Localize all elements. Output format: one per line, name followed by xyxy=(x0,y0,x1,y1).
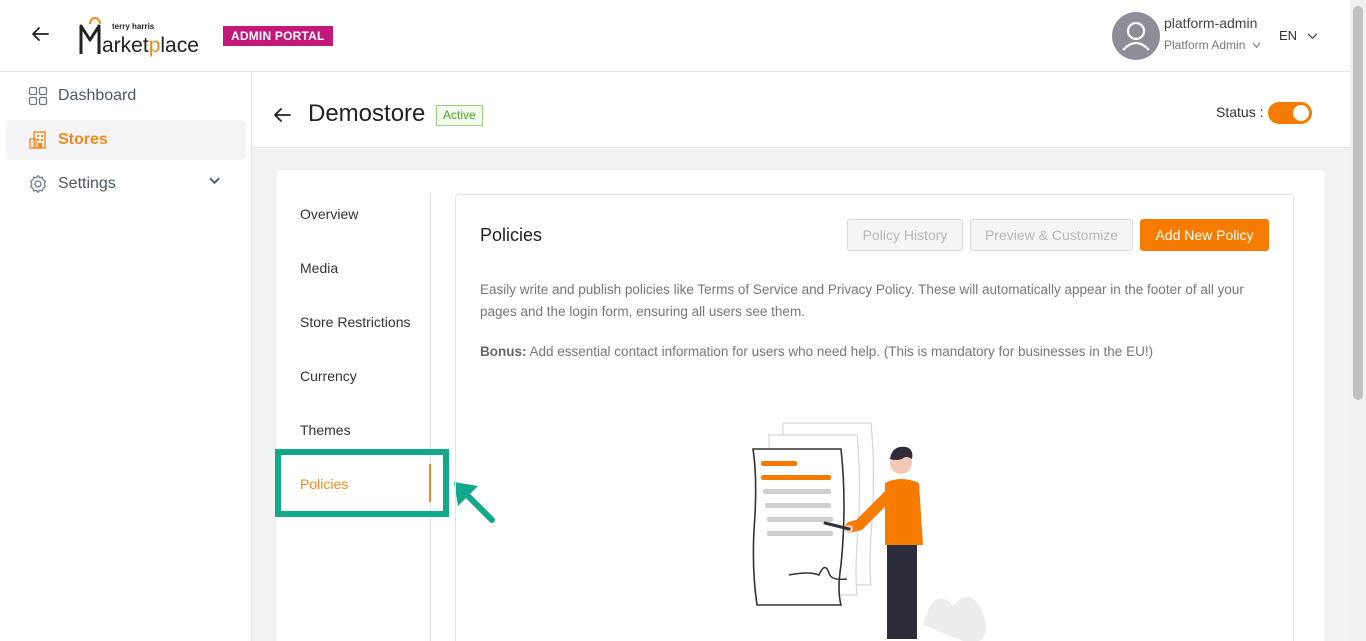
page-scrollbar[interactable] xyxy=(1350,0,1366,641)
back-arrow-icon[interactable] xyxy=(28,22,52,46)
admin-portal-badge: ADMIN PORTAL xyxy=(223,26,333,46)
policy-document-illustration xyxy=(752,422,987,641)
sidebar-item-dashboard[interactable]: Dashboard xyxy=(6,76,246,116)
preview-customize-button[interactable]: Preview & Customize xyxy=(970,219,1133,251)
language-label: EN xyxy=(1279,28,1298,43)
store-building-icon xyxy=(29,131,46,149)
tab-overview[interactable]: Overview xyxy=(300,206,358,222)
store-header: Demostore Active Status : xyxy=(252,72,1350,148)
policies-description: Easily write and publish policies like T… xyxy=(480,282,1244,319)
sidebar-item-settings[interactable]: Settings xyxy=(6,164,246,204)
logo-main-text: arketplace xyxy=(102,34,199,57)
scrollbar-thumb[interactable] xyxy=(1353,6,1363,400)
bonus-label: Bonus: xyxy=(480,344,527,359)
marketplace-logo[interactable]: terry harris arketplace xyxy=(78,14,210,58)
status-badge: Active xyxy=(436,105,483,126)
page-title: Demostore xyxy=(308,100,426,127)
dashboard-grid-icon xyxy=(28,86,48,106)
tabs-divider xyxy=(430,194,431,641)
logo-small-text: terry harris xyxy=(112,22,155,31)
tab-media[interactable]: Media xyxy=(300,260,338,276)
status-toggle[interactable] xyxy=(1268,102,1312,124)
sidebar-item-label: Stores xyxy=(58,131,108,148)
user-icon xyxy=(1122,21,1150,51)
sidebar-item-label: Dashboard xyxy=(58,87,137,104)
tab-store-restrictions[interactable]: Store Restrictions xyxy=(300,314,410,330)
chevron-down-icon xyxy=(1252,42,1261,49)
policy-history-button[interactable]: Policy History xyxy=(847,219,963,251)
user-role-text: Platform Admin xyxy=(1164,38,1246,52)
sidebar-item-label: Settings xyxy=(58,175,116,192)
user-name[interactable]: platform-admin xyxy=(1164,15,1257,31)
status-label: Status : xyxy=(1216,104,1264,120)
sidebar-item-stores[interactable]: Stores xyxy=(6,120,246,160)
top-header: terry harris arketplace ADMIN PORTAL pla… xyxy=(0,0,1350,72)
policies-panel: Policies Policy History Preview & Custom… xyxy=(455,194,1294,641)
back-arrow-icon[interactable] xyxy=(272,105,292,125)
chevron-down-icon xyxy=(1307,33,1317,40)
gear-icon xyxy=(30,174,46,194)
store-settings-card: Overview Media Store Restrictions Curren… xyxy=(275,170,1325,641)
bonus-text: Add essential contact information for us… xyxy=(526,344,1154,359)
user-avatar[interactable] xyxy=(1112,12,1160,60)
sidebar: Dashboard Stores Settings xyxy=(0,72,252,641)
panel-title: Policies xyxy=(480,225,543,245)
tab-currency[interactable]: Currency xyxy=(300,368,357,384)
policies-bonus: Bonus: Add essential contact information… xyxy=(480,341,1270,363)
language-selector[interactable]: EN xyxy=(1279,28,1318,43)
user-role[interactable]: Platform Admin xyxy=(1164,38,1261,52)
highlight-box xyxy=(275,449,449,517)
add-new-policy-button[interactable]: Add New Policy xyxy=(1140,219,1269,251)
tab-themes[interactable]: Themes xyxy=(300,422,351,438)
chevron-down-icon xyxy=(209,177,220,185)
